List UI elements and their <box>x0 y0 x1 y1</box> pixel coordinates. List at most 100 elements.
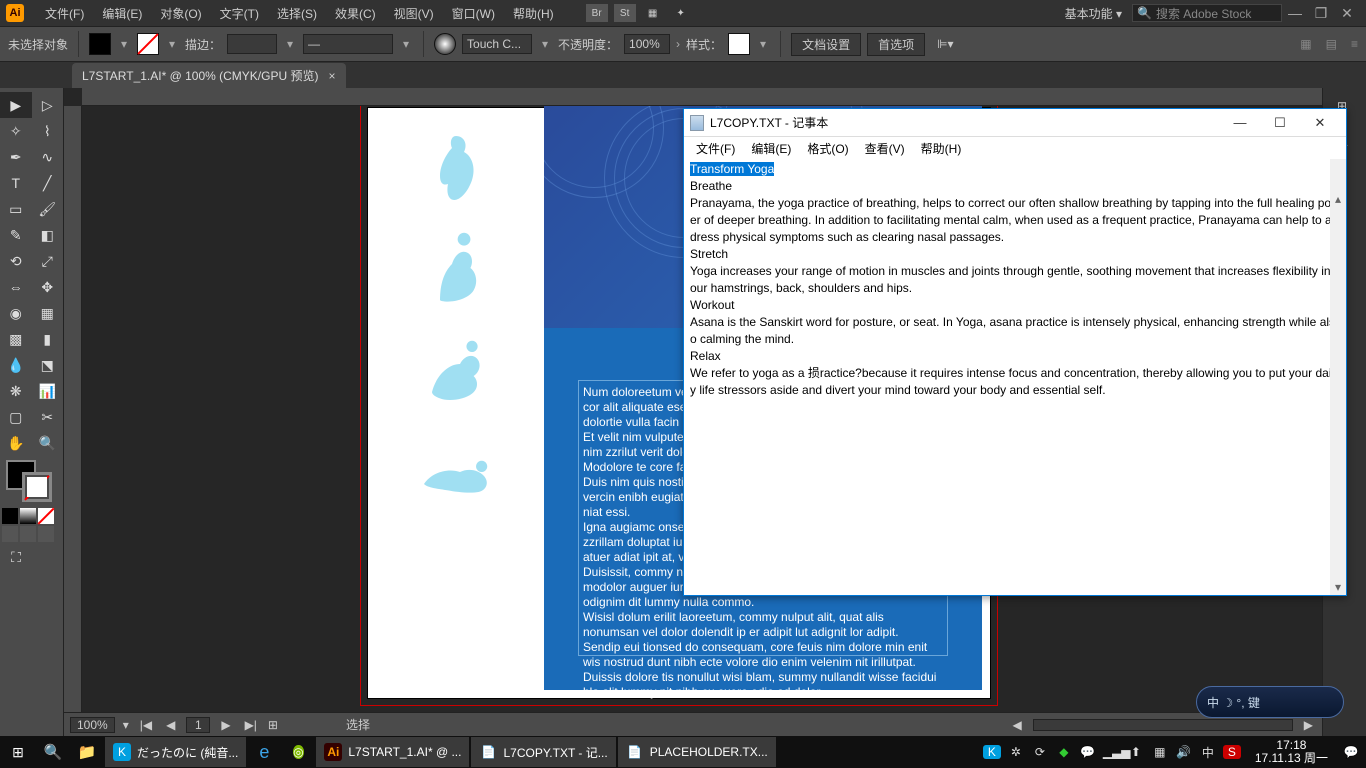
first-artboard-button[interactable]: |◀ <box>137 718 155 732</box>
notifications-icon[interactable]: 💬 <box>1342 745 1360 759</box>
draw-inside-icon[interactable] <box>38 526 54 542</box>
chevron-down-icon[interactable]: ▾ <box>399 37 413 51</box>
gradient-tool[interactable]: ▮ <box>32 326 64 352</box>
notepad-menu-help[interactable]: 帮助(H) <box>913 140 970 157</box>
stroke-swatch[interactable] <box>137 33 159 55</box>
hand-tool[interactable]: ✋ <box>0 430 32 456</box>
menu-effect[interactable]: 效果(C) <box>326 5 385 22</box>
scroll-right-button[interactable]: ▶ <box>1301 718 1316 732</box>
pen-tool[interactable]: ✒ <box>0 144 32 170</box>
shape-builder-tool[interactable]: ◉ <box>0 300 32 326</box>
taskbar-clock[interactable]: 17:18 17.11.13 周一 <box>1247 739 1336 765</box>
artboard-number-field[interactable]: 1 <box>186 717 210 733</box>
graph-tool[interactable]: 📊 <box>32 378 64 404</box>
start-button[interactable]: ⊞ <box>0 744 36 761</box>
type-tool[interactable]: T <box>0 170 32 196</box>
notepad-titlebar[interactable]: L7COPY.TXT - 记事本 — ☐ ✕ <box>684 109 1346 137</box>
menu-file[interactable]: 文件(F) <box>36 5 93 22</box>
tray-icon[interactable]: ◆ <box>1055 745 1073 759</box>
menu-window[interactable]: 窗口(W) <box>443 5 504 22</box>
taskbar-task-music[interactable]: Kだったのに (純音... <box>105 737 246 767</box>
scale-tool[interactable]: ⤢ <box>32 248 64 274</box>
free-transform-tool[interactable]: ✥ <box>32 274 64 300</box>
next-artboard-button[interactable]: ▶ <box>218 718 233 732</box>
stroke-profile-field[interactable]: — <box>303 34 393 54</box>
brush-swatch[interactable] <box>434 33 456 55</box>
fill-stroke-panel[interactable] <box>4 460 59 504</box>
line-tool[interactable]: ╱ <box>32 170 64 196</box>
volume-icon[interactable]: 🔊 <box>1175 745 1193 759</box>
tab-close-button[interactable]: × <box>328 69 335 83</box>
rectangle-tool[interactable]: ▭ <box>0 196 32 222</box>
last-artboard-button[interactable]: ▶| <box>242 718 260 732</box>
notepad-menu-format[interactable]: 格式(O) <box>799 140 856 157</box>
stroke-weight-field[interactable] <box>227 34 277 54</box>
mesh-tool[interactable]: ▩ <box>0 326 32 352</box>
scroll-down-icon[interactable]: ▾ <box>1330 579 1346 595</box>
draw-behind-icon[interactable] <box>20 526 36 542</box>
notepad-minimize-button[interactable]: — <box>1220 115 1260 130</box>
bridge-icon[interactable]: Br <box>586 4 608 22</box>
notepad-menu-view[interactable]: 查看(V) <box>857 140 913 157</box>
width-tool[interactable]: ⇔ <box>0 274 32 300</box>
document-tab[interactable]: L7START_1.AI* @ 100% (CMYK/GPU 预览) × <box>72 63 346 88</box>
tray-icon[interactable]: ⟳ <box>1031 745 1049 759</box>
rotate-tool[interactable]: ⟲ <box>0 248 32 274</box>
notepad-maximize-button[interactable]: ☐ <box>1260 115 1300 131</box>
menu-object[interactable]: 对象(O) <box>151 5 210 22</box>
taskbar-task-edge[interactable]: e <box>247 736 281 768</box>
magic-wand-tool[interactable]: ✧ <box>0 118 32 144</box>
file-explorer-icon[interactable]: 📁 <box>70 736 104 768</box>
horizontal-scrollbar[interactable] <box>1033 719 1293 731</box>
preferences-button[interactable]: 首选项 <box>867 33 925 56</box>
doc-setup-button[interactable]: 文档设置 <box>791 33 861 56</box>
lasso-tool[interactable]: ⌇ <box>32 118 64 144</box>
brush-field[interactable]: Touch C... <box>462 34 532 54</box>
chevron-down-icon[interactable]: ▾ <box>117 37 131 51</box>
blend-tool[interactable]: ⬔ <box>32 352 64 378</box>
taskbar-task-notepad-2[interactable]: 📄PLACEHOLDER.TX... <box>618 737 776 767</box>
notepad-menu-file[interactable]: 文件(F) <box>688 140 743 157</box>
zoom-field[interactable]: 100% <box>70 717 115 733</box>
tray-icon[interactable]: S <box>1223 745 1241 759</box>
horizontal-ruler[interactable] <box>82 88 1322 106</box>
zoom-tool[interactable]: 🔍 <box>32 430 64 456</box>
align-icon[interactable]: ⊫▾ <box>937 37 953 51</box>
notepad-scrollbar[interactable]: ▴ ▾ <box>1330 159 1346 595</box>
stock-icon[interactable]: St <box>614 4 636 22</box>
network-icon[interactable]: ▁▃▅ <box>1103 745 1121 759</box>
artboard-tool[interactable]: ▢ <box>0 404 32 430</box>
chevron-down-icon[interactable]: ▾ <box>538 37 552 51</box>
menu-type[interactable]: 文字(T) <box>211 5 268 22</box>
eraser-tool[interactable]: ◧ <box>32 222 64 248</box>
ime-indicator[interactable]: 中 <box>1199 744 1217 761</box>
selection-tool[interactable]: ▶ <box>0 92 32 118</box>
direct-selection-tool[interactable]: ▷ <box>32 92 64 118</box>
scroll-up-icon[interactable]: ▴ <box>1330 191 1346 207</box>
notepad-textarea[interactable]: Transform Yoga Breathe Pranayama, the yo… <box>684 159 1346 595</box>
gradient-mode-icon[interactable] <box>20 508 36 524</box>
chevron-down-icon[interactable]: ▾ <box>756 37 770 51</box>
taskbar-task-notepad-1[interactable]: 📄L7COPY.TXT - 记... <box>471 737 615 767</box>
workspace-switcher[interactable]: 基本功能 ▾ <box>1055 5 1132 22</box>
vertical-ruler[interactable] <box>64 106 82 712</box>
search-icon[interactable]: 🔍 <box>36 736 70 768</box>
artboard-nav-icon[interactable]: ⊞ <box>268 718 278 732</box>
window-maximize-button[interactable]: ❐ <box>1308 5 1334 22</box>
tray-icon[interactable]: ⬆ <box>1127 745 1145 759</box>
arrange-icon[interactable]: ▦ <box>642 4 664 22</box>
perspective-tool[interactable]: ▦ <box>32 300 64 326</box>
tray-icon[interactable]: K <box>983 745 1001 759</box>
tray-icon[interactable]: 💬 <box>1079 745 1097 759</box>
opacity-field[interactable]: 100% <box>624 34 670 54</box>
tray-icon[interactable]: ✲ <box>1007 745 1025 759</box>
slice-tool[interactable]: ✂ <box>32 404 64 430</box>
panel-menu-icon[interactable]: ≡ <box>1351 37 1358 51</box>
menu-edit[interactable]: 编辑(E) <box>93 5 151 22</box>
screen-mode-tool[interactable]: ⛶ <box>0 544 32 570</box>
none-mode-icon[interactable] <box>38 508 54 524</box>
window-close-button[interactable]: ✕ <box>1334 5 1360 22</box>
chevron-right-icon[interactable]: › <box>676 37 680 51</box>
symbol-sprayer-tool[interactable]: ❋ <box>0 378 32 404</box>
style-swatch[interactable] <box>728 33 750 55</box>
